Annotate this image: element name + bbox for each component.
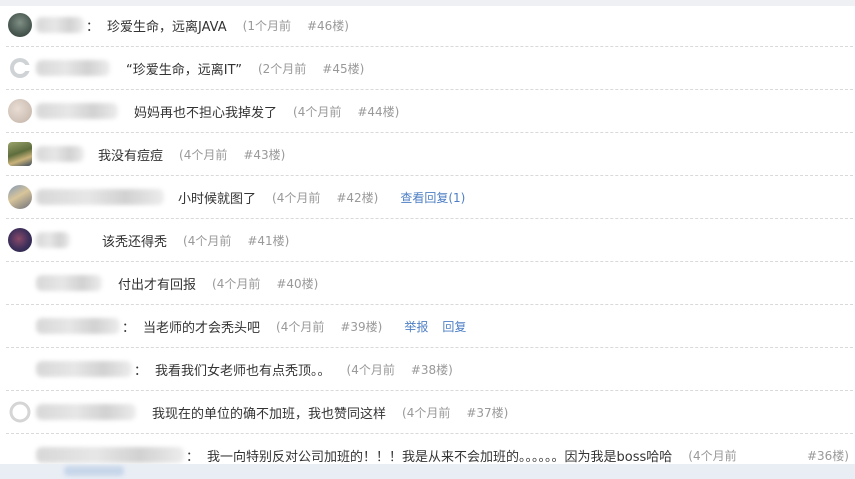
comment-time: (4个月前 (293, 104, 342, 119)
bottom-strip (0, 464, 855, 479)
username-blurred[interactable] (36, 361, 132, 377)
comment-floor: #40楼) (276, 276, 319, 291)
username-blurred[interactable] (36, 447, 184, 463)
comment-colon: ： (122, 320, 136, 336)
comment-row: 小时候就图了 (4个月前 #42楼) 查看回复(1) (6, 176, 853, 219)
comment-row: “珍爱生命，远离IT” (2个月前 #45楼) (6, 47, 853, 90)
user-avatar[interactable] (8, 271, 32, 295)
comment-text: 当老师的才会秃头吧 (143, 320, 261, 336)
comment-row: 妈妈再也不担心我掉发了 (4个月前 #44楼) (6, 90, 853, 133)
user-avatar[interactable] (8, 142, 32, 166)
comment-row: ： 当老师的才会秃头吧 (4个月前 #39楼) 举报 回复 (6, 305, 853, 348)
comment-text: 小时候就图了 (178, 191, 257, 207)
comment-time: (4个月前 (346, 362, 395, 377)
comment-floor: #44楼) (357, 104, 400, 119)
username-blurred[interactable] (36, 146, 84, 162)
username-blurred[interactable] (36, 232, 70, 248)
user-avatar[interactable] (8, 185, 32, 209)
comment-floor: #41楼) (247, 233, 290, 248)
c-logo-icon (10, 58, 32, 78)
comment-floor: #46楼) (306, 18, 349, 33)
comment-row: 我现在的单位的确不加班，我也赞同这样 (4个月前 #37楼) (6, 391, 853, 434)
username-blurred[interactable] (36, 189, 164, 205)
comment-time: (2个月前 (257, 61, 307, 76)
comment-text: 我看我们女老师也有点秃顶。。 (155, 363, 331, 379)
comment-text: 我现在的单位的确不加班，我也赞同这样 (152, 406, 387, 422)
report-link[interactable]: 举报 (404, 318, 428, 335)
comment-time: (4个月前 (183, 233, 232, 248)
comment-text: 珍爱生命，远离JAVA (107, 19, 227, 35)
comment-floor: #45楼) (322, 61, 365, 76)
user-avatar[interactable] (8, 357, 32, 381)
user-avatar[interactable] (8, 99, 32, 123)
comment-text: “珍爱生命，远离IT” (126, 62, 242, 78)
comment-colon: ： (134, 363, 148, 379)
user-avatar[interactable] (8, 228, 32, 252)
comment-time: (4个月前 (179, 147, 228, 162)
user-avatar[interactable] (8, 314, 32, 338)
comment-row: ： 我看我们女老师也有点秃顶。。 (4个月前 #38楼) (6, 348, 853, 391)
bottom-link-blurred[interactable] (64, 466, 124, 476)
username-blurred[interactable] (36, 103, 118, 119)
comment-row: 我没有痘痘 (4个月前 #43楼) (6, 133, 853, 176)
reply-link[interactable]: 回复 (442, 318, 466, 335)
comment-floor: #38楼) (410, 362, 453, 377)
comment-floor: #36楼) (806, 448, 849, 463)
username-blurred[interactable] (36, 275, 102, 291)
ring-avatar-icon (9, 401, 31, 423)
username-blurred[interactable] (36, 60, 110, 76)
comment-text: 我一向特别反对公司加班的！！！我是从来不会加班的。。。。。。因为我是boss哈哈 (207, 449, 673, 465)
username-blurred[interactable] (36, 404, 136, 420)
user-avatar[interactable] (8, 13, 32, 37)
comment-time: (4个月前 (276, 319, 325, 334)
username-blurred[interactable] (36, 318, 120, 334)
comment-floor: #39楼) (340, 319, 383, 334)
comment-time: (4个月前 (272, 190, 321, 205)
view-replies-link[interactable]: 查看回复(1) (400, 189, 465, 206)
comment-text: 付出才有回报 (118, 277, 197, 293)
user-avatar[interactable] (8, 400, 32, 424)
comment-text: 妈妈再也不担心我掉发了 (134, 105, 278, 121)
comment-time: (4个月前 (212, 276, 261, 291)
user-avatar[interactable] (8, 56, 32, 80)
comment-list: ： 珍爱生命，远离JAVA (1个月前 #46楼) “珍爱生命，远离IT” (2… (0, 4, 855, 476)
comment-colon: ： (86, 19, 100, 35)
comment-floor: #37楼) (466, 405, 509, 420)
comment-row: ： 珍爱生命，远离JAVA (1个月前 #46楼) (6, 4, 853, 47)
comment-floor: #42楼) (336, 190, 379, 205)
comment-text: 我没有痘痘 (98, 148, 164, 164)
comment-row: 该秃还得秃 (4个月前 #41楼) (6, 219, 853, 262)
comment-time: (4个月前 (688, 448, 737, 463)
comment-row: 付出才有回报 (4个月前 #40楼) (6, 262, 853, 305)
comment-floor: #43楼) (243, 147, 286, 162)
comment-colon: ： (186, 449, 200, 465)
comment-time: (1个月前 (242, 18, 291, 33)
comment-time: (4个月前 (402, 405, 451, 420)
username-blurred[interactable] (36, 17, 84, 33)
comment-text: 该秃还得秃 (102, 234, 168, 250)
